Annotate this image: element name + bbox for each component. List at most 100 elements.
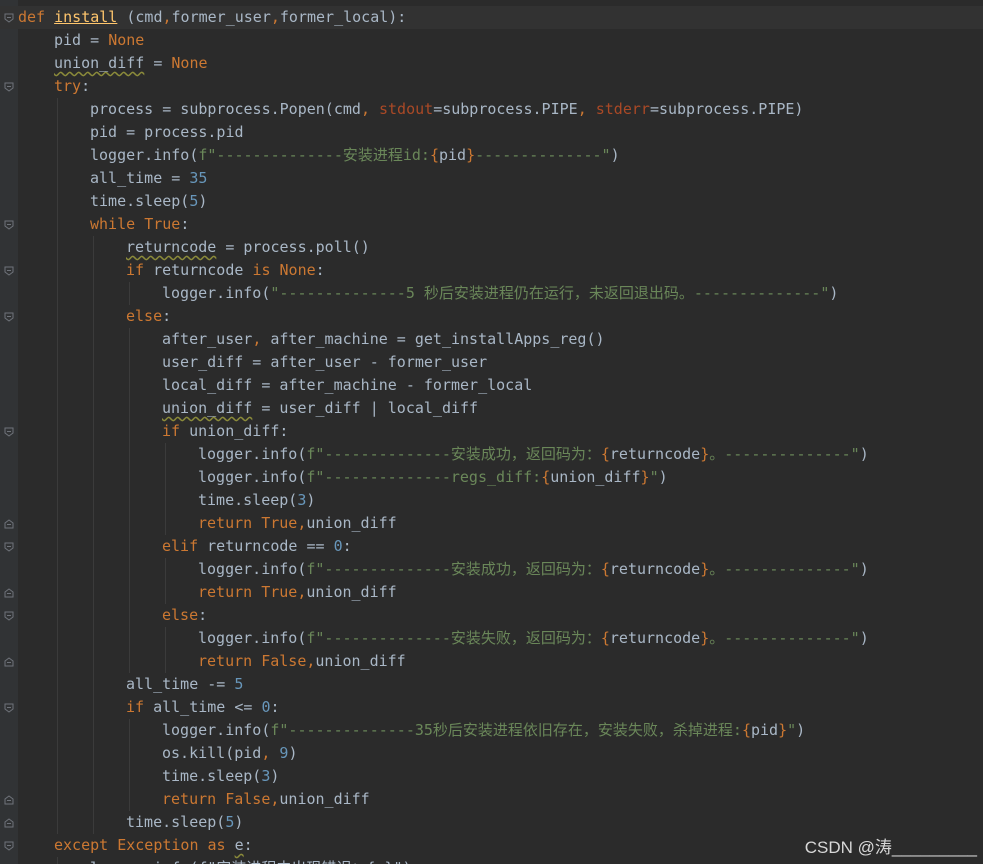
code-token: ): [306, 491, 316, 509]
code-line[interactable]: return True,union_diff: [0, 581, 983, 604]
code-token: ): [658, 468, 668, 486]
code-text: union_diff = None: [54, 52, 208, 75]
fold-end-icon[interactable]: [4, 818, 14, 828]
code-line[interactable]: all_time = 35: [0, 167, 983, 190]
code-line[interactable]: time.sleep(3): [0, 765, 983, 788]
code-token: returncode: [609, 445, 701, 463]
code-line[interactable]: after_user, after_machine = get_installA…: [0, 328, 983, 351]
code-line[interactable]: time.sleep(3): [0, 489, 983, 512]
code-line[interactable]: logger.info("--------------5 秒后安装进程仍在运行，…: [0, 282, 983, 305]
code-line[interactable]: logger.info(f"--------------35秒后安装进程依旧存在…: [0, 719, 983, 742]
code-text: returncode = process.poll(): [126, 236, 370, 259]
fold-end-icon[interactable]: [4, 657, 14, 667]
code-token: return: [198, 514, 262, 532]
code-token: "--------------5 秒后安装进程仍在运行，未返回退出码。-----…: [270, 284, 830, 302]
code-line[interactable]: all_time -= 5: [0, 673, 983, 696]
code-token: logger.info(: [198, 560, 307, 578]
code-token: logger.info(: [162, 721, 271, 739]
fold-open-icon[interactable]: [4, 266, 14, 276]
code-line[interactable]: return True,union_diff: [0, 512, 983, 535]
code-token: process = subprocess.Popen(cmd: [90, 100, 361, 118]
code-line[interactable]: logger.info(f"--------------安装失败，返回码为：{r…: [0, 627, 983, 650]
code-token: {: [429, 146, 439, 164]
code-line[interactable]: time.sleep(5): [0, 811, 983, 834]
code-line[interactable]: union_diff = None: [0, 52, 983, 75]
indent-guide: [57, 604, 58, 627]
code-token: True: [261, 583, 298, 601]
code-token: :: [180, 215, 190, 233]
code-line[interactable]: while True:: [0, 213, 983, 236]
fold-open-icon[interactable]: [4, 427, 14, 437]
code-token: :: [342, 537, 352, 555]
code-token: :: [270, 698, 280, 716]
code-line[interactable]: elif returncode == 0:: [0, 535, 983, 558]
indent-guide: [57, 305, 58, 328]
indent-guide: [129, 489, 130, 512]
fold-end-icon[interactable]: [4, 795, 14, 805]
code-line[interactable]: process = subprocess.Popen(cmd, stdout=s…: [0, 98, 983, 121]
code-line[interactable]: else:: [0, 604, 983, 627]
code-line[interactable]: logger.info(f"--------------安装成功，返回码为：{r…: [0, 443, 983, 466]
code-text: return True,union_diff: [198, 581, 397, 604]
code-line[interactable]: pid = None: [0, 29, 983, 52]
code-token: time.sleep(: [126, 813, 226, 831]
indent-guide: [57, 282, 58, 305]
code-token: =: [144, 54, 172, 72]
code-line[interactable]: return False,union_diff: [0, 788, 983, 811]
fold-open-icon[interactable]: [4, 13, 14, 23]
code-line[interactable]: else:: [0, 305, 983, 328]
code-token: stderr: [595, 100, 650, 118]
fold-open-icon[interactable]: [4, 611, 14, 621]
code-line[interactable]: if all_time <= 0:: [0, 696, 983, 719]
code-line[interactable]: local_diff = after_machine - former_loca…: [0, 374, 983, 397]
code-line[interactable]: returncode = process.poll(): [0, 236, 983, 259]
code-token: True: [261, 514, 298, 532]
fold-end-icon[interactable]: [4, 519, 14, 529]
code-line[interactable]: user_diff = after_user - former_user: [0, 351, 983, 374]
indent-guide: [165, 627, 166, 650]
indent-guide: [93, 742, 94, 765]
code-token: 35: [189, 169, 208, 187]
code-line[interactable]: if returncode is None:: [0, 259, 983, 282]
indent-guide: [57, 236, 58, 259]
code-line[interactable]: if union_diff:: [0, 420, 983, 443]
code-line[interactable]: def install (cmd,former_user,former_loca…: [0, 6, 983, 29]
code-line[interactable]: logger.info(f"--------------安装成功，返回码为：{r…: [0, 558, 983, 581]
code-token: 。--------------": [709, 445, 860, 463]
fold-open-icon[interactable]: [4, 841, 14, 851]
code-token: os.kill(pid: [162, 744, 262, 762]
indent-guide: [129, 420, 130, 443]
fold-open-icon[interactable]: [4, 82, 14, 92]
code-token: ): [288, 744, 298, 762]
fold-open-icon[interactable]: [4, 703, 14, 713]
fold-open-icon[interactable]: [4, 220, 14, 230]
code-token: --------------": [475, 146, 611, 164]
code-line[interactable]: pid = process.pid: [0, 121, 983, 144]
fold-end-icon[interactable]: [4, 588, 14, 598]
code-token: {: [600, 560, 610, 578]
fold-open-icon[interactable]: [4, 542, 14, 552]
code-text: elif returncode == 0:: [162, 535, 352, 558]
code-line[interactable]: union_diff = user_diff | local_diff: [0, 397, 983, 420]
code-line[interactable]: try:: [0, 75, 983, 98]
indent-guide: [129, 328, 130, 351]
code-line[interactable]: logger.info(f"--------------安装进程id:{pid}…: [0, 144, 983, 167]
indent-guide: [129, 604, 130, 627]
code-line[interactable]: os.kill(pid, 9): [0, 742, 983, 765]
code-token: except: [54, 836, 118, 854]
fold-open-icon[interactable]: [4, 312, 14, 322]
code-editor[interactable]: def install (cmd,former_user,former_loca…: [0, 0, 983, 864]
code-line[interactable]: logger.info(f"--------------regs_diff:{u…: [0, 466, 983, 489]
indent-guide: [57, 351, 58, 374]
indent-guide: [57, 673, 58, 696]
code-lines[interactable]: def install (cmd,former_user,former_loca…: [0, 6, 983, 864]
code-line[interactable]: logger.info(f"安装进程中出现错误：{e}"): [0, 857, 983, 864]
code-token: returncode: [153, 261, 253, 279]
indent-guide: [57, 213, 58, 236]
code-line[interactable]: return False,union_diff: [0, 650, 983, 673]
code-token: ): [859, 445, 869, 463]
code-token: ): [270, 767, 280, 785]
code-token: 5: [234, 675, 244, 693]
code-line[interactable]: time.sleep(5): [0, 190, 983, 213]
code-token: after_machine = get_installApps_reg(): [270, 330, 605, 348]
